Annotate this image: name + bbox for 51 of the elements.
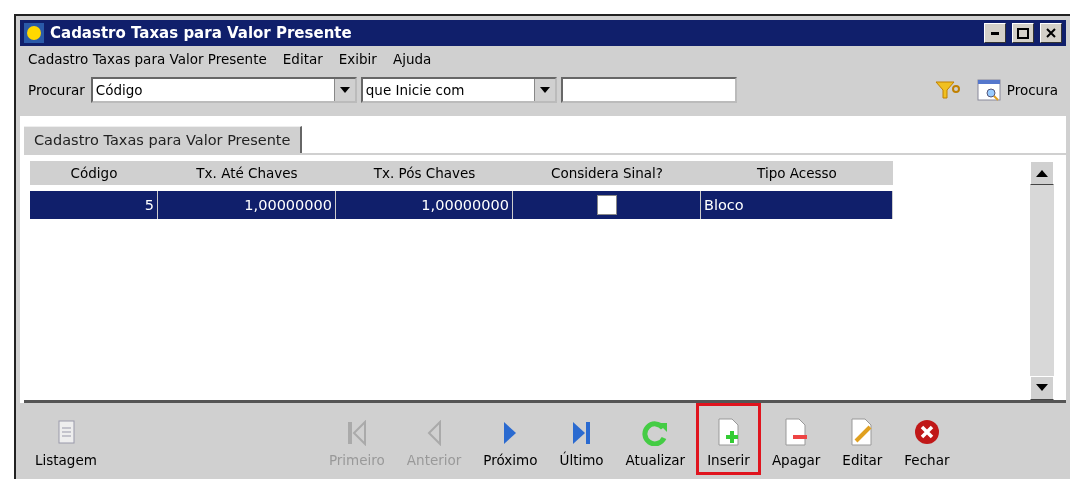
search-window-icon bbox=[976, 78, 1003, 102]
maximize-icon bbox=[1017, 27, 1029, 39]
menu-item[interactable]: Exibir bbox=[338, 51, 377, 67]
column-header[interactable]: Considera Sinal? bbox=[513, 161, 701, 185]
table-cell: 5 bbox=[30, 191, 158, 219]
toolbar-button[interactable]: Listagem bbox=[24, 403, 108, 475]
search-button[interactable]: Procura bbox=[976, 78, 1058, 102]
checkbox[interactable] bbox=[596, 195, 617, 215]
minimize-icon bbox=[991, 31, 999, 35]
column-header[interactable]: Tx. Pós Chaves bbox=[336, 161, 513, 185]
refresh-icon bbox=[641, 420, 670, 446]
dropdown-arrow-icon bbox=[339, 87, 350, 93]
column-header[interactable]: Código bbox=[30, 161, 158, 185]
scroll-down-icon[interactable] bbox=[1036, 384, 1048, 392]
table-cell: 1,00000000 bbox=[158, 191, 336, 219]
close-icon bbox=[1046, 28, 1056, 38]
dropdown-arrow-icon bbox=[539, 87, 550, 93]
document-pencil-icon bbox=[850, 418, 875, 446]
table-cell: Bloco bbox=[701, 191, 893, 219]
maximize-button[interactable] bbox=[1012, 23, 1034, 43]
table-cell: 1,00000000 bbox=[336, 191, 513, 219]
close-icon bbox=[912, 418, 941, 446]
toolbar-button[interactable]: Próximo bbox=[472, 403, 549, 475]
document-plus-icon bbox=[716, 418, 741, 446]
previous-icon bbox=[426, 420, 443, 446]
toolbar-button[interactable]: Inserir bbox=[696, 403, 761, 475]
document-icon bbox=[55, 420, 76, 446]
minimize-button[interactable] bbox=[984, 23, 1006, 43]
scroll-up-icon[interactable] bbox=[1036, 169, 1048, 177]
toolbar-button[interactable]: Fechar bbox=[893, 403, 961, 475]
last-record-icon bbox=[570, 420, 593, 446]
toolbar-button[interactable]: Editar bbox=[831, 403, 894, 475]
window-title: Cadastro Taxas para Valor Presente bbox=[50, 24, 353, 42]
search-field[interactable] bbox=[560, 77, 737, 103]
menu-item[interactable]: Ajuda bbox=[392, 51, 432, 67]
menu-item[interactable]: Editar bbox=[282, 51, 323, 67]
search-label: Procurar bbox=[28, 82, 85, 98]
close-button[interactable] bbox=[1040, 23, 1062, 43]
column-header[interactable]: Tx. Até Chaves bbox=[158, 161, 336, 185]
menu-item[interactable]: Cadastro Taxas para Valor Presente bbox=[28, 51, 267, 67]
app-icon bbox=[24, 23, 44, 43]
toolbar-button[interactable]: Último bbox=[548, 403, 615, 475]
vertical-scrollbar[interactable] bbox=[1030, 161, 1054, 400]
toolbar-button[interactable]: Apagar bbox=[760, 403, 832, 475]
document-minus-icon bbox=[784, 418, 809, 446]
operator-dropdown[interactable]: que Inicie com bbox=[360, 77, 557, 103]
first-record-icon bbox=[345, 420, 368, 446]
tab[interactable]: Cadastro Taxas para Valor Presente bbox=[24, 126, 303, 153]
toolbar-button[interactable]: Atualizar bbox=[614, 403, 697, 475]
field-dropdown[interactable]: Código bbox=[90, 77, 357, 103]
column-header[interactable]: Tipo Acesso bbox=[701, 161, 893, 185]
